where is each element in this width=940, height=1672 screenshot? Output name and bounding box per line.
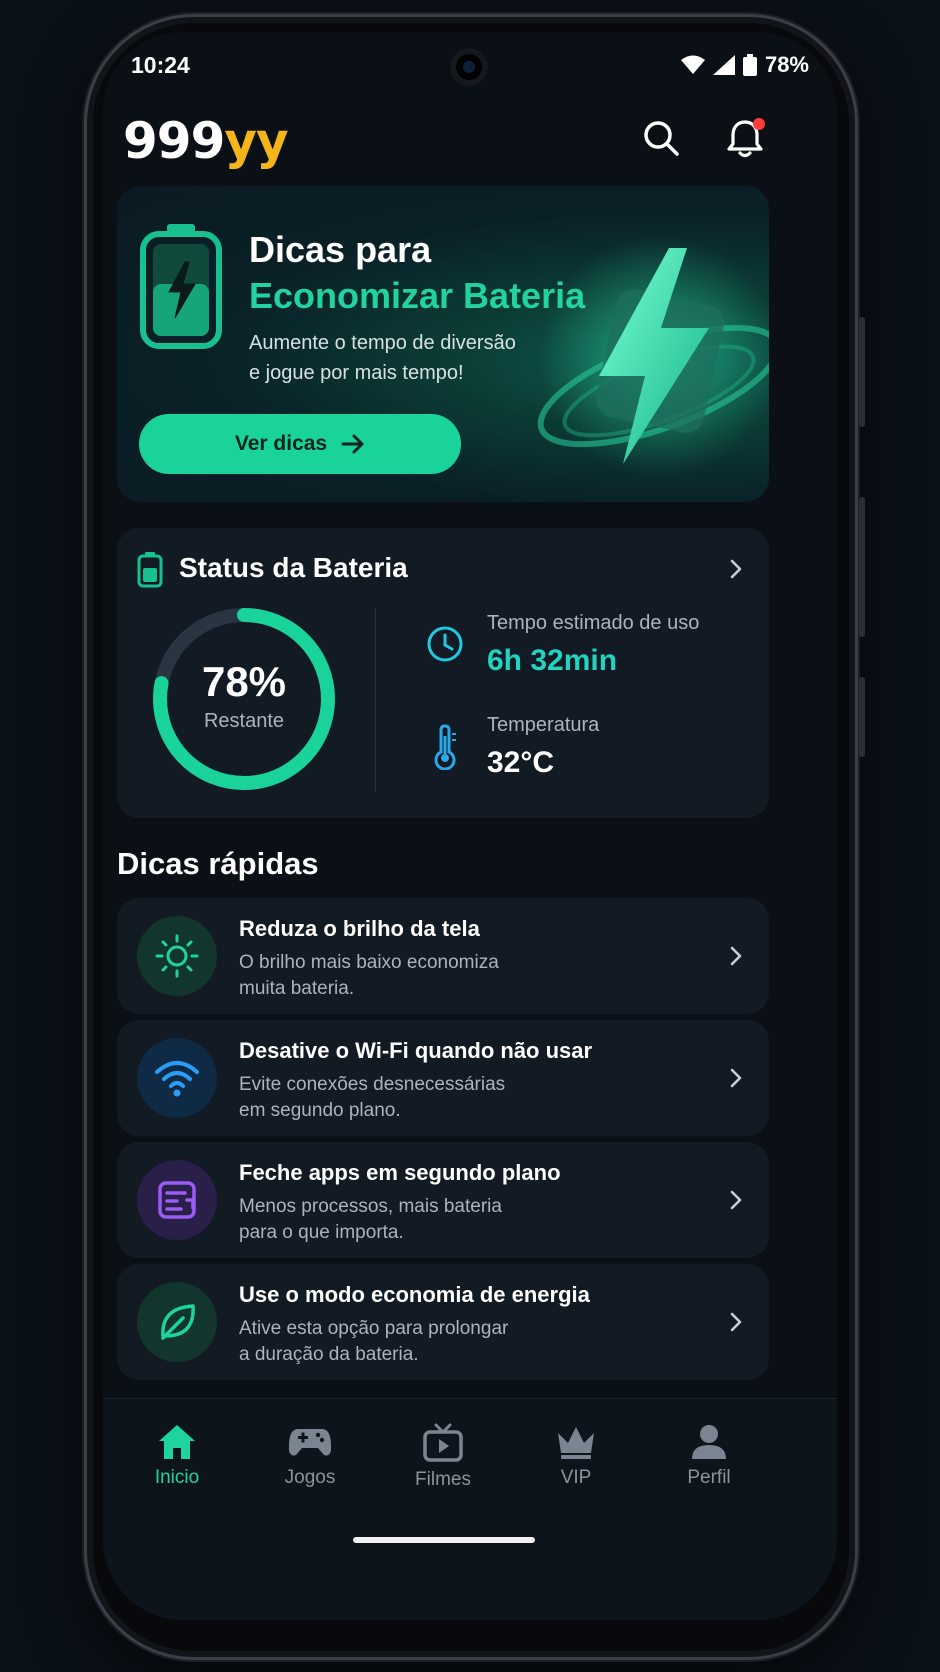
tip-description-line2: para o que importa. (239, 1222, 404, 1243)
status-time: 10:24 (131, 52, 190, 78)
battery-status-title: Status da Bateria (179, 552, 408, 583)
home-icon (159, 1425, 195, 1459)
battery-remaining-label: Restante (203, 710, 285, 732)
tip-description-line1: Ative esta opção para prolongar (239, 1318, 509, 1339)
battery-status-card[interactable]: Status da Bateria 78% Restante Tempo est… (117, 528, 769, 818)
status-bar: 10:24 78% (103, 46, 837, 90)
leaf-icon (161, 1304, 195, 1340)
battery-charge-icon (140, 224, 222, 349)
notification-dot (753, 118, 765, 130)
tip-description-line1: O brilho mais baixo economiza (239, 952, 499, 973)
front-camera (450, 48, 488, 86)
banner-title-line1: Dicas para (249, 229, 432, 270)
cell-signal-icon (712, 55, 735, 75)
tip-close-apps[interactable]: Feche apps em segundo plano Menos proces… (117, 1142, 769, 1258)
battery-tips-banner[interactable]: Dicas para Economizar Bateria Aumente o … (117, 186, 769, 502)
tip-title: Feche apps em segundo plano (239, 1160, 561, 1185)
tip-description: Evite conexões desnecessárias em segundo… (239, 1072, 559, 1124)
chevron-right-icon[interactable] (725, 558, 747, 580)
tip-description-line2: em segundo plano. (239, 1100, 401, 1121)
nav-item-games[interactable]: Jogos (250, 1423, 370, 1489)
chevron-right-icon[interactable] (725, 1067, 747, 1089)
tv-icon (423, 1423, 463, 1462)
wifi-signal-icon (680, 55, 705, 74)
thermometer-icon (434, 724, 456, 770)
clock-icon (427, 626, 463, 662)
app-header: 999yy (103, 104, 837, 184)
battery-icon (742, 54, 757, 76)
status-battery-percent: 78% (764, 52, 809, 77)
tip-power-saving[interactable]: Use o modo economia de energia Ative est… (117, 1264, 769, 1380)
nav-label: Jogos (284, 1467, 336, 1488)
tip-description: Menos processos, mais bateria para o que… (239, 1194, 559, 1246)
temperature-label: Temperatura (487, 714, 600, 736)
nav-item-home[interactable]: Inicio (117, 1423, 237, 1489)
gamepad-icon (289, 1429, 331, 1456)
tip-description: Ative esta opção para prolongar a duraçã… (239, 1316, 559, 1368)
bottom-navigation: Inicio Jogos Filmes VIP Perfil (103, 1398, 837, 1620)
nav-label: Perfil (687, 1467, 731, 1488)
chevron-right-icon[interactable] (725, 1311, 747, 1333)
tip-description-line1: Menos processos, mais bateria (239, 1196, 502, 1217)
apps-icon (158, 1181, 196, 1219)
tip-description-line2: muita bateria. (239, 978, 355, 999)
battery-small-icon (137, 552, 163, 588)
wifi-icon (155, 1061, 199, 1097)
arrow-right-icon (341, 434, 364, 454)
see-tips-label: Ver dicas (234, 432, 328, 455)
nav-item-movies[interactable]: Filmes (383, 1423, 503, 1491)
logo-part-2: yy (224, 112, 288, 170)
quick-tips-title: Dicas rápidas (117, 846, 319, 881)
nav-item-vip[interactable]: VIP (516, 1423, 636, 1489)
search-icon[interactable] (639, 116, 683, 160)
notification-button[interactable] (723, 116, 767, 160)
tip-brightness[interactable]: Reduza o brilho da tela O brilho mais ba… (117, 898, 769, 1014)
nav-label: VIP (560, 1467, 592, 1488)
tip-description-line2: a duração da bateria. (239, 1344, 419, 1365)
see-tips-button[interactable]: Ver dicas (139, 414, 461, 474)
tip-description-line1: Evite conexões desnecessárias (239, 1074, 506, 1095)
chevron-right-icon[interactable] (725, 1189, 747, 1211)
app-screen: 10:24 78% 999yy Dicas para Economizar Ba… (103, 32, 837, 1620)
lightning-battery-illustration (537, 236, 769, 476)
nav-label: Filmes (415, 1469, 471, 1490)
tip-wifi[interactable]: Desative o Wi-Fi quando não usar Evite c… (117, 1020, 769, 1136)
usage-time-label: Tempo estimado de uso (487, 612, 700, 634)
nav-item-profile[interactable]: Perfil (649, 1423, 769, 1489)
tip-description: O brilho mais baixo economiza muita bate… (239, 950, 559, 1002)
logo-part-1: 999 (123, 112, 225, 170)
tip-title: Reduza o brilho da tela (239, 916, 480, 941)
crown-icon (558, 1427, 594, 1459)
usage-time-value: 6h 32min (487, 644, 618, 677)
chevron-right-icon[interactable] (725, 945, 747, 967)
divider (375, 608, 376, 792)
user-icon (692, 1425, 726, 1459)
battery-percent: 78% (201, 658, 287, 705)
temperature-value: 32°C (487, 746, 555, 779)
app-logo[interactable]: 999yy (123, 112, 289, 170)
nav-label: Inicio (154, 1467, 200, 1488)
tip-title: Use o modo economia de energia (239, 1282, 590, 1307)
home-indicator[interactable] (353, 1537, 535, 1543)
sun-icon (155, 934, 199, 978)
tip-title: Desative o Wi-Fi quando não usar (239, 1038, 593, 1063)
